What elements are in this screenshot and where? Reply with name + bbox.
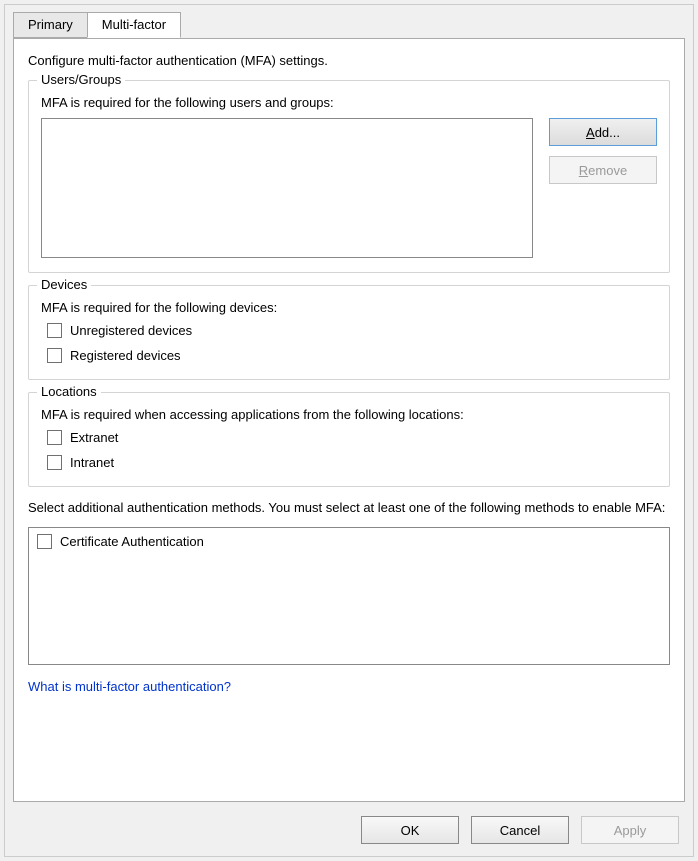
unregistered-devices-row[interactable]: Unregistered devices: [47, 323, 657, 338]
tab-primary[interactable]: Primary: [13, 12, 88, 38]
tab-multifactor[interactable]: Multi-factor: [87, 12, 181, 38]
locations-legend: Locations: [37, 384, 101, 399]
additional-methods-listbox[interactable]: Certificate Authentication: [28, 527, 670, 665]
certificate-auth-label: Certificate Authentication: [60, 534, 204, 549]
locations-fieldset: Locations MFA is required when accessing…: [28, 392, 670, 487]
extranet-checkbox[interactable]: [47, 430, 62, 445]
users-groups-buttons: Add... Remove: [549, 118, 657, 184]
intranet-checkbox[interactable]: [47, 455, 62, 470]
certificate-auth-checkbox[interactable]: [37, 534, 52, 549]
locations-desc: MFA is required when accessing applicati…: [41, 407, 657, 422]
mfa-settings-dialog: Primary Multi-factor Configure multi-fac…: [4, 4, 694, 857]
what-is-mfa-link[interactable]: What is multi-factor authentication?: [28, 679, 231, 694]
users-groups-listbox[interactable]: [41, 118, 533, 258]
unregistered-devices-label: Unregistered devices: [70, 323, 192, 338]
devices-fieldset: Devices MFA is required for the followin…: [28, 285, 670, 380]
users-groups-desc: MFA is required for the following users …: [41, 95, 657, 110]
unregistered-devices-checkbox[interactable]: [47, 323, 62, 338]
remove-button: Remove: [549, 156, 657, 184]
registered-devices-label: Registered devices: [70, 348, 181, 363]
users-groups-legend: Users/Groups: [37, 72, 125, 87]
tabs-row: Primary Multi-factor: [5, 5, 693, 37]
registered-devices-checkbox[interactable]: [47, 348, 62, 363]
devices-desc: MFA is required for the following device…: [41, 300, 657, 315]
registered-devices-row[interactable]: Registered devices: [47, 348, 657, 363]
ok-button[interactable]: OK: [361, 816, 459, 844]
intranet-label: Intranet: [70, 455, 114, 470]
cancel-button[interactable]: Cancel: [471, 816, 569, 844]
certificate-auth-row[interactable]: Certificate Authentication: [37, 534, 661, 549]
extranet-row[interactable]: Extranet: [47, 430, 657, 445]
intranet-row[interactable]: Intranet: [47, 455, 657, 470]
extranet-label: Extranet: [70, 430, 118, 445]
users-groups-fieldset: Users/Groups MFA is required for the fol…: [28, 80, 670, 273]
tab-panel-multifactor: Configure multi-factor authentication (M…: [13, 38, 685, 802]
dialog-buttons: OK Cancel Apply: [361, 816, 679, 844]
intro-text: Configure multi-factor authentication (M…: [28, 53, 670, 68]
add-button[interactable]: Add...: [549, 118, 657, 146]
apply-button: Apply: [581, 816, 679, 844]
additional-methods-text: Select additional authentication methods…: [28, 499, 670, 517]
devices-legend: Devices: [37, 277, 91, 292]
